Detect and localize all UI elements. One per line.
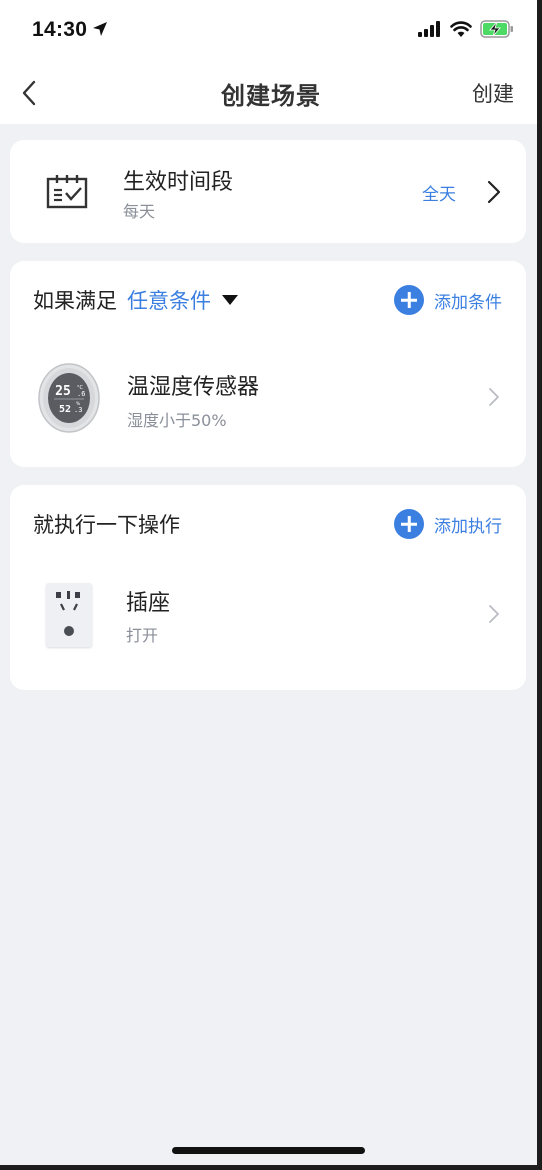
condition-item[interactable]: 25 °C .6 52 % .3 温湿度传感器 湿度小于50% (10, 261, 526, 467)
sensor-temp-dec: .6 (77, 390, 85, 398)
nav-bar: 创建场景 创建 (0, 62, 542, 124)
chevron-right-icon (489, 605, 499, 623)
conditions-card: 如果满足 任意条件 添加条件 25 °C .6 52 % .3 温湿度传感器 湿… (10, 261, 526, 467)
chevron-right-icon[interactable] (486, 180, 502, 204)
condition-device-detail: 湿度小于50% (127, 411, 227, 430)
status-icons (418, 20, 514, 38)
home-indicator[interactable] (172, 1147, 365, 1154)
sensor-humidity: 52 (59, 404, 71, 415)
sensor-hum-dec: .3 (74, 406, 82, 414)
condition-device-name: 温湿度传感器 (127, 375, 260, 400)
battery-charging-icon (480, 20, 513, 38)
schedule-card[interactable]: 生效时间段 每天 全天 (10, 140, 526, 243)
actions-card: 就执行一下操作 添加执行 插座 打开 (10, 485, 526, 690)
screen-edge-bottom (0, 1165, 542, 1170)
schedule-value[interactable]: 全天 (422, 180, 456, 205)
action-device-name: 插座 (126, 591, 171, 616)
action-device-detail: 打开 (126, 626, 159, 645)
schedule-subtitle: 每天 (123, 202, 156, 221)
schedule-title: 生效时间段 (123, 170, 234, 195)
wifi-icon (450, 20, 472, 37)
screen-edge (537, 0, 542, 1170)
status-time: 14:30 (32, 18, 88, 41)
calendar-check-icon (46, 175, 88, 209)
sensor-device-icon: 25 °C .6 52 % .3 (38, 363, 100, 433)
socket-device-icon (46, 583, 92, 647)
chevron-right-icon (489, 388, 499, 406)
create-button[interactable]: 创建 (472, 78, 514, 108)
status-bar: 14:30 (0, 0, 542, 62)
action-item[interactable]: 插座 打开 (10, 485, 526, 690)
sensor-temp: 25 (55, 384, 71, 399)
page-title: 创建场景 (221, 82, 321, 110)
location-arrow-icon (93, 22, 107, 36)
signal-icon (418, 21, 440, 37)
